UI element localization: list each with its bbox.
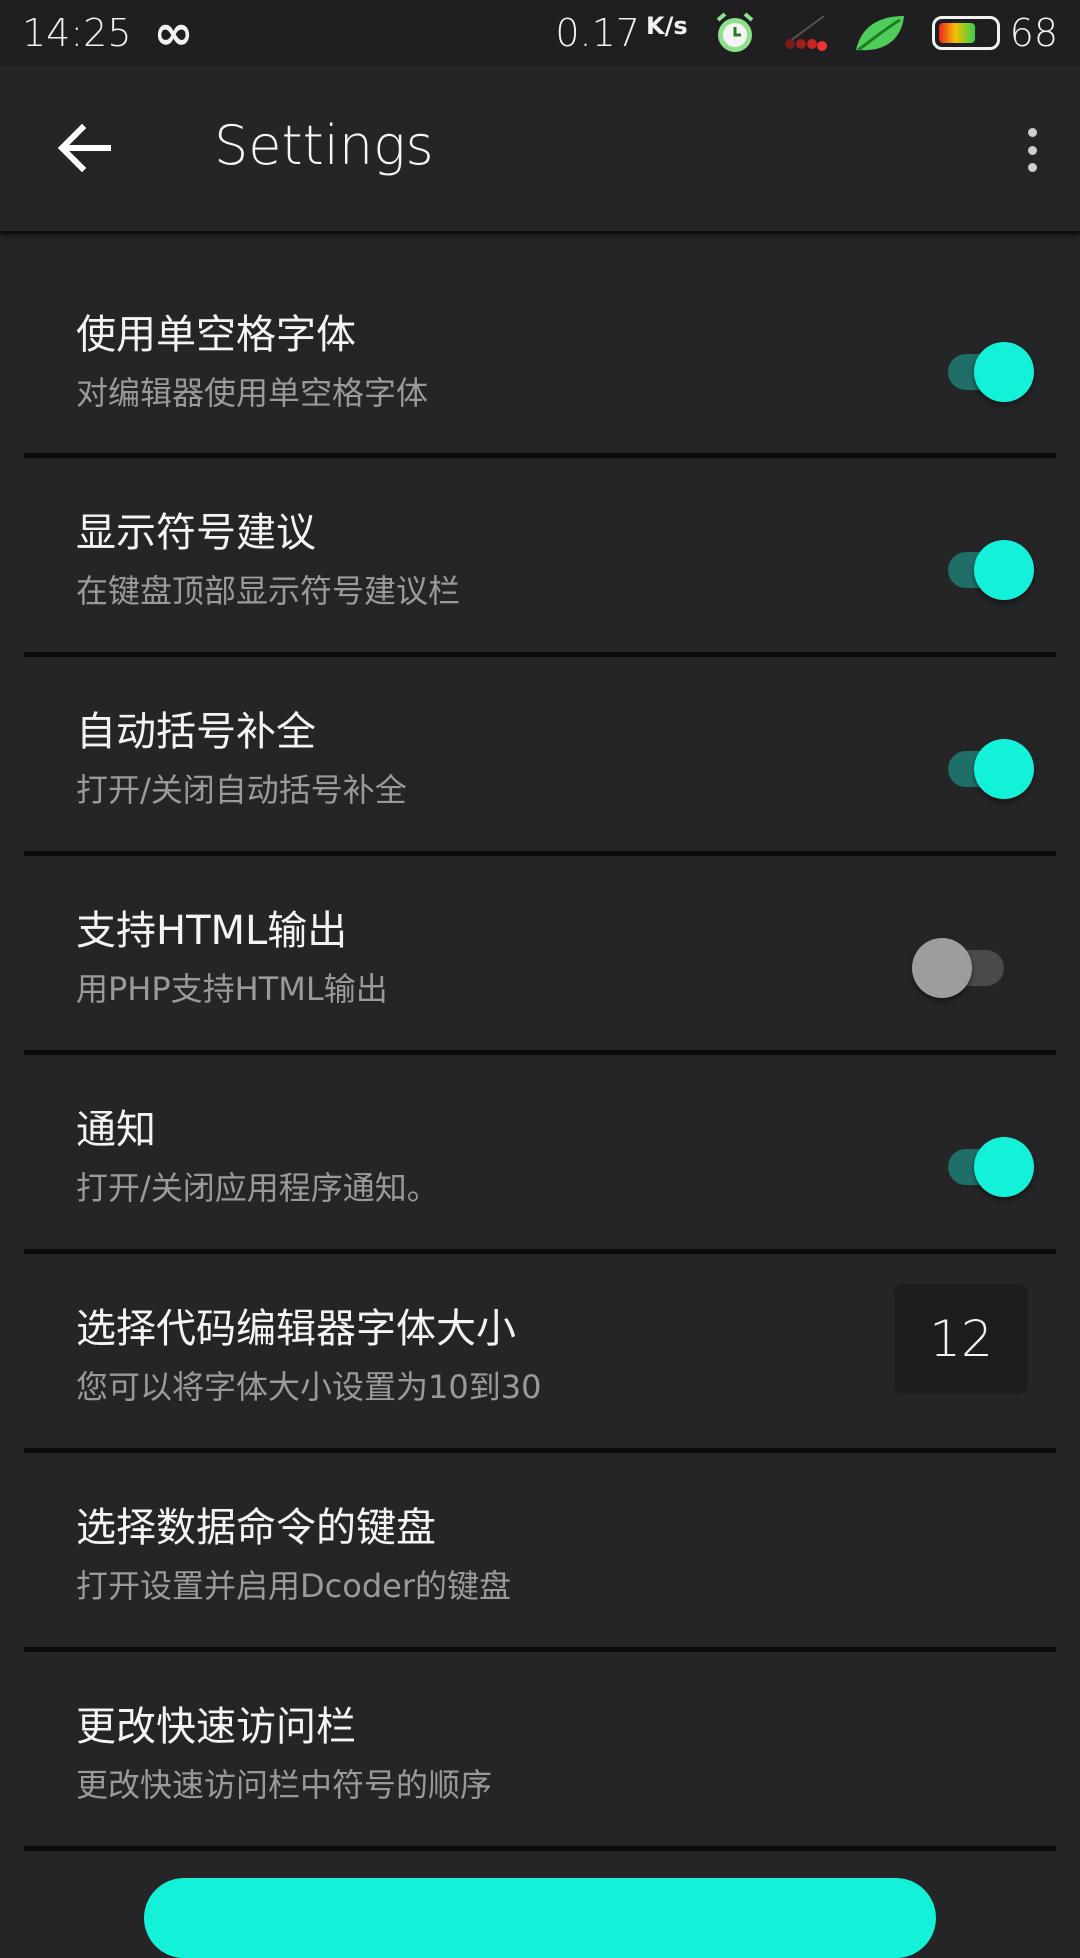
toggle-knob <box>912 938 972 998</box>
setting-auto-bracket[interactable]: 自动括号补全 打开/关闭自动括号补全 <box>24 657 1056 856</box>
setting-subtitle: 更改快速访问栏中符号的顺序 <box>76 1766 493 1804</box>
network-speed: 0.17 K/s <box>555 11 687 55</box>
monospace-font-toggle[interactable] <box>936 342 1036 402</box>
setting-title: 使用单空格字体 <box>76 312 356 358</box>
settings-list: 使用单空格字体 对编辑器使用单空格字体 显示符号建议 在键盘顶部显示符号建议栏 … <box>0 260 1080 1851</box>
setting-symbol-suggestions[interactable]: 显示符号建议 在键盘顶部显示符号建议栏 <box>24 458 1056 657</box>
toggle-knob <box>974 739 1034 799</box>
back-arrow-icon[interactable] <box>52 116 116 180</box>
setting-subtitle: 打开设置并启用Dcoder的键盘 <box>76 1567 511 1605</box>
setting-subtitle: 打开/关闭自动括号补全 <box>76 771 407 809</box>
status-right-group: 0.17 K/s 68 <box>555 10 1058 56</box>
toggle-knob <box>974 1137 1034 1197</box>
page-title: Settings <box>214 114 434 177</box>
setting-keyboard[interactable]: 选择数据命令的键盘 打开设置并启用Dcoder的键盘 <box>24 1453 1056 1652</box>
setting-monospace-font[interactable]: 使用单空格字体 对编辑器使用单空格字体 <box>24 260 1056 458</box>
setting-html-output[interactable]: 支持HTML输出 用PHP支持HTML输出 <box>24 856 1056 1055</box>
setting-title: 支持HTML输出 <box>76 908 348 954</box>
setting-title: 通知 <box>76 1107 156 1153</box>
setting-notifications[interactable]: 通知 打开/关闭应用程序通知。 <box>24 1055 1056 1254</box>
more-dot <box>1027 163 1037 172</box>
bottom-action-button[interactable] <box>144 1878 936 1958</box>
setting-subtitle: 在键盘顶部显示符号建议栏 <box>76 572 461 610</box>
battery-fill <box>938 23 976 43</box>
setting-quick-access-bar[interactable]: 更改快速访问栏 更改快速访问栏中符号的顺序 <box>24 1652 1056 1851</box>
network-speed-unit: K/s <box>645 12 688 40</box>
app-bar: Settings <box>0 66 1080 234</box>
setting-subtitle: 打开/关闭应用程序通知。 <box>76 1169 439 1207</box>
setting-subtitle: 您可以将字体大小设置为10到30 <box>76 1368 542 1406</box>
network-speed-value: 0.17 <box>555 11 640 55</box>
toggle-knob <box>974 540 1034 600</box>
notifications-toggle[interactable] <box>936 1137 1036 1197</box>
toggle-knob <box>974 342 1034 402</box>
setting-title: 更改快速访问栏 <box>76 1704 356 1750</box>
status-bar: 14:25 ∞ 0.17 K/s 68 <box>0 0 1080 66</box>
auto-bracket-toggle[interactable] <box>936 739 1036 799</box>
battery-indicator: 68 <box>931 11 1058 55</box>
setting-title: 选择数据命令的键盘 <box>76 1505 436 1551</box>
battery-level: 68 <box>1009 11 1058 55</box>
status-time: 14:25 <box>22 11 132 55</box>
setting-title: 显示符号建议 <box>76 510 316 556</box>
setting-title: 自动括号补全 <box>76 709 316 755</box>
setting-title: 选择代码编辑器字体大小 <box>76 1306 516 1352</box>
font-size-input[interactable]: 12 <box>894 1284 1028 1394</box>
more-dot <box>1027 145 1037 155</box>
alarm-clock-icon <box>716 12 753 52</box>
battery-icon <box>931 16 1000 50</box>
setting-subtitle: 用PHP支持HTML输出 <box>76 970 388 1008</box>
setting-subtitle: 对编辑器使用单空格字体 <box>76 374 429 412</box>
symbol-suggestions-toggle[interactable] <box>936 540 1036 600</box>
setting-editor-font-size[interactable]: 选择代码编辑器字体大小 您可以将字体大小设置为10到30 12 <box>24 1254 1056 1453</box>
more-dot <box>1027 128 1037 137</box>
more-options-icon[interactable] <box>1014 122 1050 178</box>
html-output-toggle[interactable] <box>912 938 1012 998</box>
leaf-icon <box>855 16 904 52</box>
signal-dots-icon <box>784 15 827 51</box>
infinity-icon: ∞ <box>153 5 194 61</box>
